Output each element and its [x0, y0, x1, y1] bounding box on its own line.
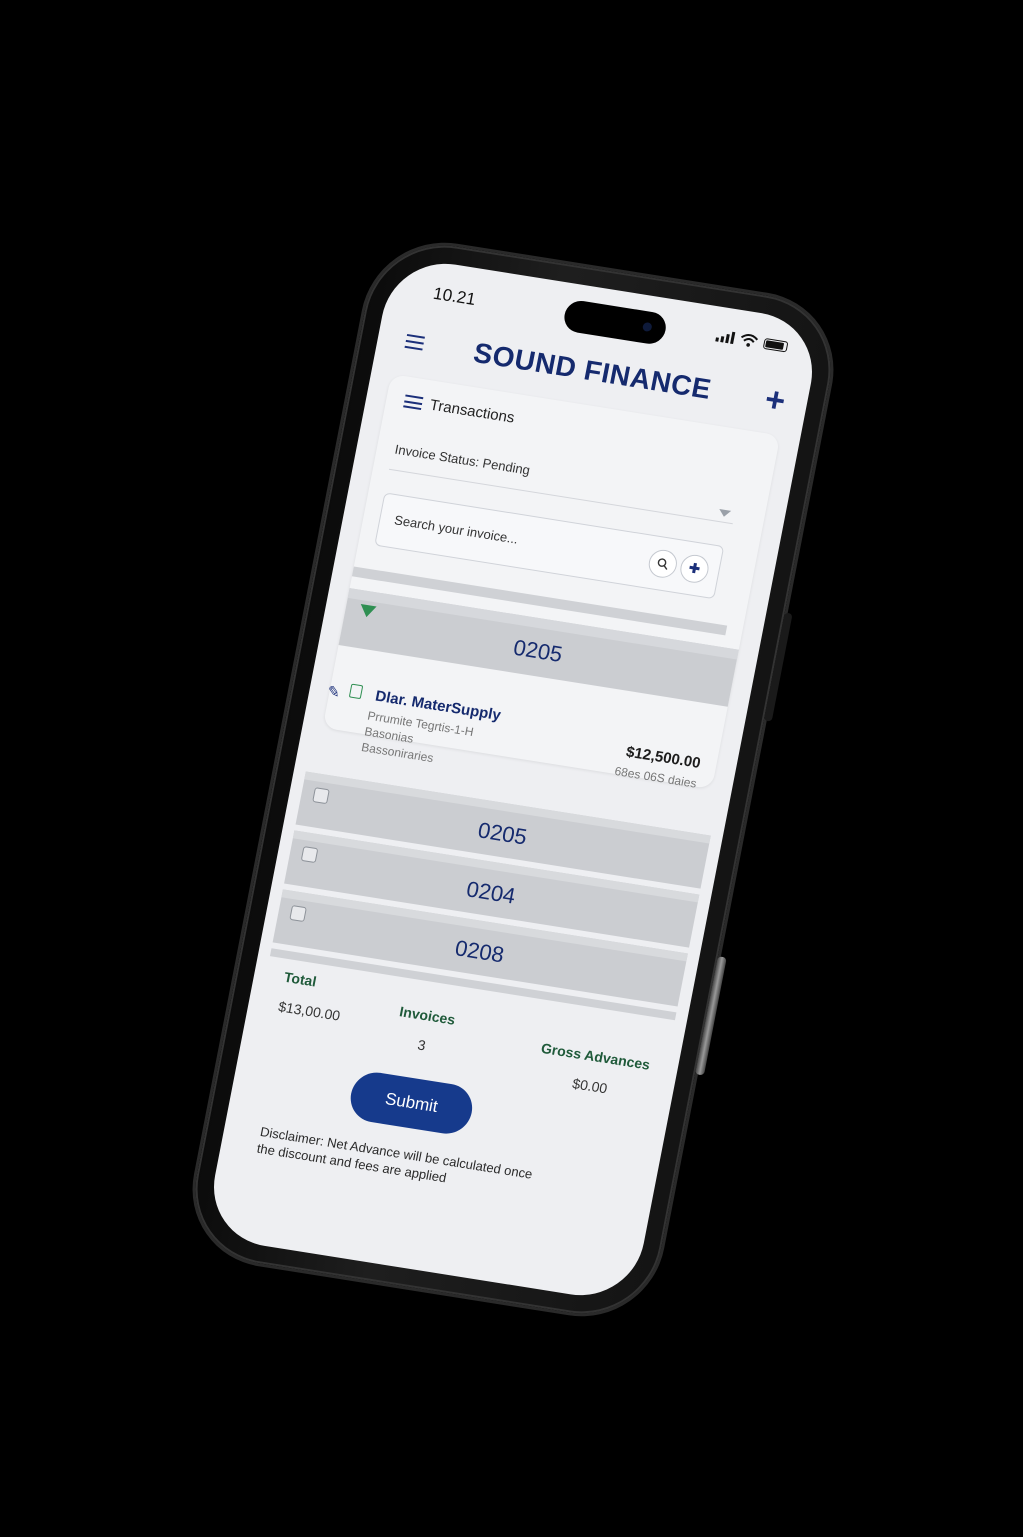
status-icons: [715, 328, 789, 353]
wifi-icon: [740, 334, 759, 347]
app-screen: 10.21 SOUND FINANCE + Transactions Invoi…: [203, 254, 823, 1305]
vendor-detail: Bassoniraries: [360, 740, 435, 766]
total-value: $13,00.00: [277, 998, 342, 1024]
section-title: Transactions: [428, 396, 516, 427]
status-select-value: Invoice Status: Pending: [393, 441, 532, 478]
side-button: [763, 612, 793, 722]
summary-gross-advances: Gross Advances $0.00: [534, 1039, 652, 1102]
list-icon: [403, 394, 424, 411]
gross-value: $0.00: [571, 1075, 609, 1097]
gross-label: Gross Advances: [539, 1039, 652, 1073]
battery-icon: [762, 337, 789, 353]
camera-icon: [641, 321, 653, 333]
phone-frame: 10.21 SOUND FINANCE + Transactions Invoi…: [182, 234, 844, 1325]
backdrop: 10.21 SOUND FINANCE + Transactions Invoi…: [0, 0, 1023, 1537]
dynamic-island: [561, 298, 669, 347]
total-label: Total: [282, 968, 318, 990]
summary-total: Total $13,00.00: [277, 969, 347, 1024]
status-time: 10.21: [431, 283, 478, 310]
add-filter-button[interactable]: ✚: [677, 552, 711, 585]
invoices-value: 3: [416, 1036, 428, 1054]
chevron-down-icon: [717, 508, 732, 518]
plus-icon: ✚: [687, 560, 702, 577]
search-button[interactable]: [646, 547, 680, 580]
signal-icon: [715, 329, 736, 345]
section-header: Transactions: [403, 392, 516, 427]
summary-invoices: Invoices 3: [393, 1003, 457, 1057]
action-button: [694, 956, 727, 1076]
pencil-icon[interactable]: ✎: [326, 682, 342, 702]
search-icon: [657, 558, 668, 570]
search-input[interactable]: [390, 511, 596, 560]
invoices-label: Invoices: [398, 1003, 457, 1028]
disclaimer: Disclaimer: Net Advance will be calculat…: [255, 1123, 534, 1186]
document-icon[interactable]: [348, 683, 364, 700]
